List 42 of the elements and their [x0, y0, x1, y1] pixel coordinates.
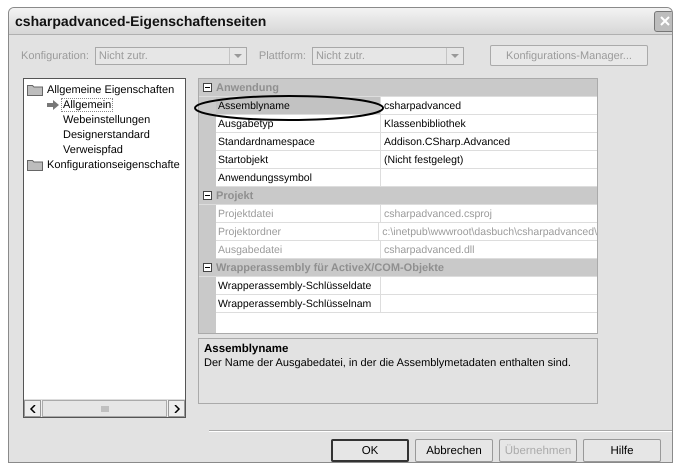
description-title: Assemblyname: [204, 343, 290, 355]
category-label: Anwendung: [216, 82, 279, 94]
tree-item[interactable]: Webeinstellungen: [62, 114, 152, 126]
property-value[interactable]: Addison.CSharp.Advanced: [381, 133, 597, 150]
arrow-icon: [47, 100, 59, 110]
property-value[interactable]: Klassenbibliothek: [381, 115, 597, 132]
property-name[interactable]: Wrapperassembly-Schlüsselnam: [216, 295, 381, 312]
scroll-right-button[interactable]: [168, 400, 185, 417]
property-value[interactable]: (Nicht festgelegt): [381, 151, 597, 168]
close-button[interactable]: [654, 10, 672, 32]
close-icon: [660, 16, 670, 26]
tree-item[interactable]: Designerstandard: [62, 128, 151, 140]
collapse-icon[interactable]: [203, 83, 212, 92]
grip-icon: [100, 406, 108, 412]
dialog-button[interactable]: Hilfe: [583, 439, 661, 462]
dropdown-arrow-icon: [450, 52, 459, 60]
tree-item[interactable]: Konfigurationseigenschafte: [46, 158, 181, 170]
folder-icon: [27, 158, 43, 170]
window-title: csharpadvanced-Eigenschaftenseiten: [15, 13, 266, 29]
category-label: Projekt: [216, 190, 254, 202]
scroll-left-button[interactable]: [24, 400, 41, 417]
property-name[interactable]: Assemblyname: [216, 97, 381, 114]
collapse-icon[interactable]: [203, 191, 212, 200]
dropdown-arrow-icon: [234, 52, 242, 60]
tree-item[interactable]: Verweispfad: [62, 144, 124, 156]
scroll-thumb[interactable]: [42, 400, 167, 417]
platform-label: Plattform:: [258, 50, 306, 62]
property-name[interactable]: Wrapperassembly-Schlüsseldate: [216, 277, 381, 294]
property-value[interactable]: csharpadvanced: [381, 97, 597, 114]
folder-icon: [27, 84, 43, 96]
description-text: Der Name der Ausgabedatei, in der die Assemblymetadaten enthalten sind.: [204, 357, 572, 369]
configuration-label: Konfiguration:: [21, 50, 89, 62]
horizontal-scrollbar[interactable]: [24, 399, 185, 417]
dialog-button[interactable]: OK: [331, 439, 409, 462]
dialog-button[interactable]: Abbrechen: [415, 439, 493, 462]
category-label: Wrapperassembly für ActiveX/COM-Objekte: [216, 262, 444, 274]
tree-item[interactable]: Allgemeine Eigenschaften: [46, 84, 176, 96]
property-name[interactable]: Anwendungssymbol: [216, 169, 381, 186]
collapse-icon[interactable]: [203, 263, 212, 272]
property-name[interactable]: Startobjekt: [216, 151, 381, 168]
tree-item[interactable]: Allgemein: [62, 98, 112, 110]
property-name[interactable]: Standardnamespace: [216, 133, 381, 150]
